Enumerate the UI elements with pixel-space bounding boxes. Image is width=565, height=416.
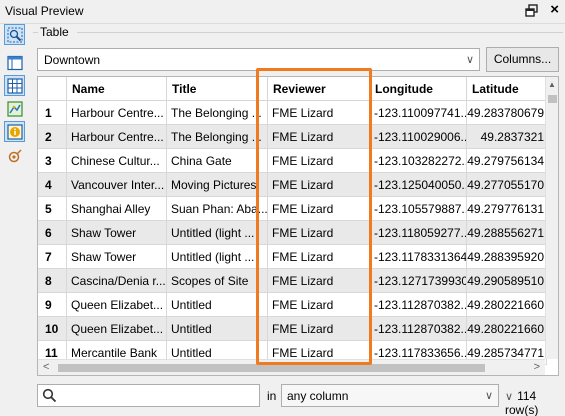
cell-latitude[interactable]: 49.279756134 [467,149,547,173]
column-header-name[interactable]: Name [67,77,167,101]
cell-longitude[interactable]: -123.110029006... [370,125,467,149]
cell-longitude[interactable]: -123.103282272... [370,149,467,173]
table-view-icon [7,55,23,71]
scroll-left-icon[interactable]: < [43,361,49,373]
float-window-icon[interactable] [525,4,539,18]
cell-latitude[interactable]: 49.280221660 [467,293,547,317]
cell-latitude[interactable]: 49.283780679 [467,101,547,125]
cell-longitude[interactable]: -123.112870382... [370,293,467,317]
scroll-right-icon[interactable]: > [534,361,540,373]
columns-button[interactable]: Columns... [486,47,559,72]
cell-title[interactable]: Scopes of Site [167,269,268,293]
cell-latitude[interactable]: 49.288556271 [467,221,547,245]
cell-name[interactable]: Vancouver Inter... [67,173,167,197]
table-dropdown-value: Downtown [44,53,101,67]
chevron-down-icon: ∨ [484,390,493,402]
cell-title[interactable]: Untitled (light ... [167,221,268,245]
search-input[interactable] [37,384,260,407]
search-in-label: in [267,389,277,403]
cell-latitude[interactable]: 49.2837321 [467,125,547,149]
cell-longitude[interactable]: -123.11783313642 [370,245,467,269]
cell-name[interactable]: Shaw Tower [67,245,167,269]
cell-title[interactable]: Suan Phan: Aba... [167,197,268,221]
cell-row-number[interactable]: 7 [38,245,67,269]
cell-title[interactable]: Untitled (light ... [167,245,268,269]
search-icon [42,388,57,403]
grid-view-icon [7,78,23,94]
graphics-view-icon [7,101,23,117]
scroll-up-icon[interactable]: ▲ [548,80,556,89]
cell-title[interactable]: The Belonging ... [167,125,268,149]
cell-row-number[interactable]: 5 [38,197,67,221]
cell-longitude[interactable]: -123.125040050... [370,173,467,197]
chevron-down-icon: ∨ [465,54,474,66]
cell-title[interactable]: Untitled [167,317,268,341]
cell-name[interactable]: Harbour Centre... [67,101,167,125]
row-count: ∨ 114 row(s) [505,389,565,416]
column-header-title[interactable]: Title [167,77,268,101]
cell-row-number[interactable]: 1 [38,101,67,125]
cell-row-number[interactable]: 9 [38,293,67,317]
search-column-dropdown[interactable]: any column ∨ [281,384,499,407]
cell-name[interactable]: Shaw Tower [67,221,167,245]
cell-name[interactable]: Queen Elizabet... [67,293,167,317]
record-selection-icon [8,149,22,163]
cell-longitude[interactable]: -123.12717399301 [370,269,467,293]
cell-longitude[interactable]: -123.110097741... [370,101,467,125]
information-icon [7,124,23,140]
cell-longitude[interactable]: -123.105579887... [370,197,467,221]
group-border [77,32,563,33]
cell-latitude[interactable]: 49.290589510 [467,269,547,293]
cell-latitude[interactable]: 49.280221660 [467,317,547,341]
cell-name[interactable]: Chinese Cultur... [67,149,167,173]
cell-title[interactable]: The Belonging ... [167,101,268,125]
chevron-down-icon: ∨ [505,391,514,403]
graphics-view-button[interactable] [4,98,25,119]
column-header-row-number[interactable] [38,77,67,101]
table-view-button[interactable] [4,52,25,73]
cell-latitude[interactable]: 49.277055170 [467,173,547,197]
title-bar: Visual Preview × [0,0,565,24]
cell-name[interactable]: Cascina/Denia r... [67,269,167,293]
record-selection-button[interactable] [4,145,25,166]
cell-row-number[interactable]: 2 [38,125,67,149]
cell-title[interactable]: Moving Pictures [167,173,268,197]
column-header-latitude[interactable]: Latitude [467,77,547,101]
cell-row-number[interactable]: 10 [38,317,67,341]
horizontal-scroll-thumb[interactable] [58,364,485,372]
cell-name[interactable]: Shanghai Alley [67,197,167,221]
cell-row-number[interactable]: 3 [38,149,67,173]
cell-row-number[interactable]: 4 [38,173,67,197]
cell-title[interactable]: China Gate [167,149,268,173]
cell-title[interactable]: Untitled [167,293,268,317]
cell-name[interactable]: Queen Elizabet... [67,317,167,341]
reviewer-column-highlight [256,68,372,365]
zoom-extents-button[interactable] [4,24,25,45]
column-header-longitude[interactable]: Longitude [370,77,467,101]
view-toolbar [0,24,30,416]
group-label: Table [40,25,69,39]
information-button[interactable] [4,121,25,142]
group-border [33,32,38,33]
vertical-scrollbar[interactable]: ▲ [545,77,558,359]
vertical-scroll-thumb[interactable] [548,95,557,103]
cell-longitude[interactable]: -123.112870382... [370,317,467,341]
cell-latitude[interactable]: 49.288395920 [467,245,547,269]
cell-row-number[interactable]: 6 [38,221,67,245]
cell-longitude[interactable]: -123.118059277... [370,221,467,245]
search-column-value: any column [287,389,349,403]
cell-row-number[interactable]: 8 [38,269,67,293]
close-icon[interactable]: × [550,1,559,18]
grid-view-button[interactable] [4,75,25,96]
cell-name[interactable]: Harbour Centre... [67,125,167,149]
zoom-extents-icon [7,27,23,43]
window-title: Visual Preview [5,4,84,18]
cell-latitude[interactable]: 49.279776131 [467,197,547,221]
